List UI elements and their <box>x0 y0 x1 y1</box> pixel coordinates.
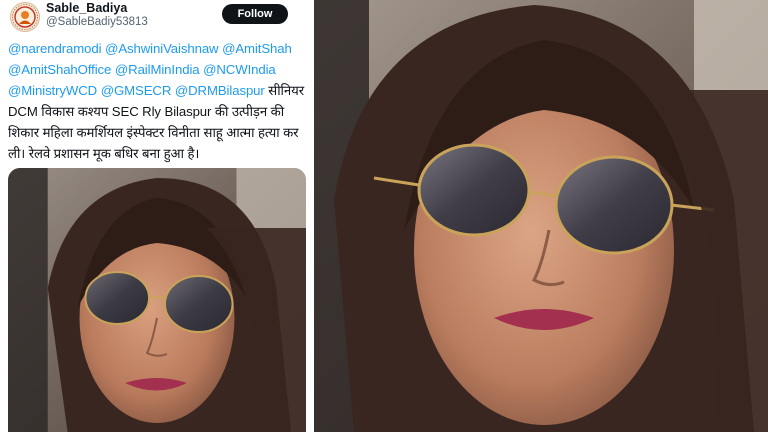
selfie-photo-large <box>314 0 768 432</box>
mention-link[interactable]: @NCWIndia <box>203 62 276 77</box>
avatar[interactable] <box>10 2 40 32</box>
tweet-text-segment: ली। रेलवे प्रशासन मूक बधिर बना हुआ है। <box>8 146 200 161</box>
mention-link[interactable]: @narendramodi <box>8 41 102 56</box>
tweet-text-line: DCM विकास कश्यप SEC Rly Bilaspur की उत्प… <box>8 101 306 122</box>
tweet-text-line: शिकार महिला कमर्शियल इंस्पेक्टर विनीता स… <box>8 122 306 143</box>
tweet-text-segment: DCM विकास कश्यप SEC Rly Bilaspur की उत्प… <box>8 104 285 119</box>
display-name[interactable]: Sable_Badiya <box>46 1 127 15</box>
selfie-photo-small <box>8 168 306 432</box>
tweet-text-line: ली। रेलवे प्रशासन मूक बधिर बना हुआ है। <box>8 143 306 164</box>
tweet-text-segment: शिकार महिला कमर्शियल इंस्पेक्टर विनीता स… <box>8 125 299 140</box>
follow-button[interactable]: Follow <box>222 4 288 24</box>
tweet-text-line: @narendramodi @AshwiniVaishnaw @AmitShah <box>8 38 306 59</box>
mention-link[interactable]: @MinistryWCD <box>8 83 97 98</box>
mention-link[interactable]: @RailMinIndia <box>115 62 200 77</box>
tweet-text-line: @AmitShahOffice @RailMinIndia @NCWIndia <box>8 59 306 80</box>
tweet-photo[interactable] <box>8 168 306 432</box>
tweet-text-segment: सीनियर <box>264 83 304 98</box>
user-handle[interactable]: @SableBadiy53813 <box>46 16 148 28</box>
mention-link[interactable]: @AshwiniVaishnaw <box>105 41 219 56</box>
mention-link[interactable]: @GMSECR <box>101 83 172 98</box>
avatar-logo-icon <box>12 4 38 30</box>
mention-link[interactable]: @AmitShah <box>222 41 292 56</box>
tweet-card: Sable_Badiya @SableBadiy53813 Follow @na… <box>0 0 308 432</box>
tweet-text: @narendramodi @AshwiniVaishnaw @AmitShah… <box>8 38 306 164</box>
mention-link[interactable]: @DRMBilaspur <box>175 83 265 98</box>
mention-link[interactable]: @AmitShahOffice <box>8 62 111 77</box>
enlarged-photo[interactable] <box>314 0 768 432</box>
tweet-text-line: @MinistryWCD @GMSECR @DRMBilaspur सीनियर <box>8 80 306 101</box>
